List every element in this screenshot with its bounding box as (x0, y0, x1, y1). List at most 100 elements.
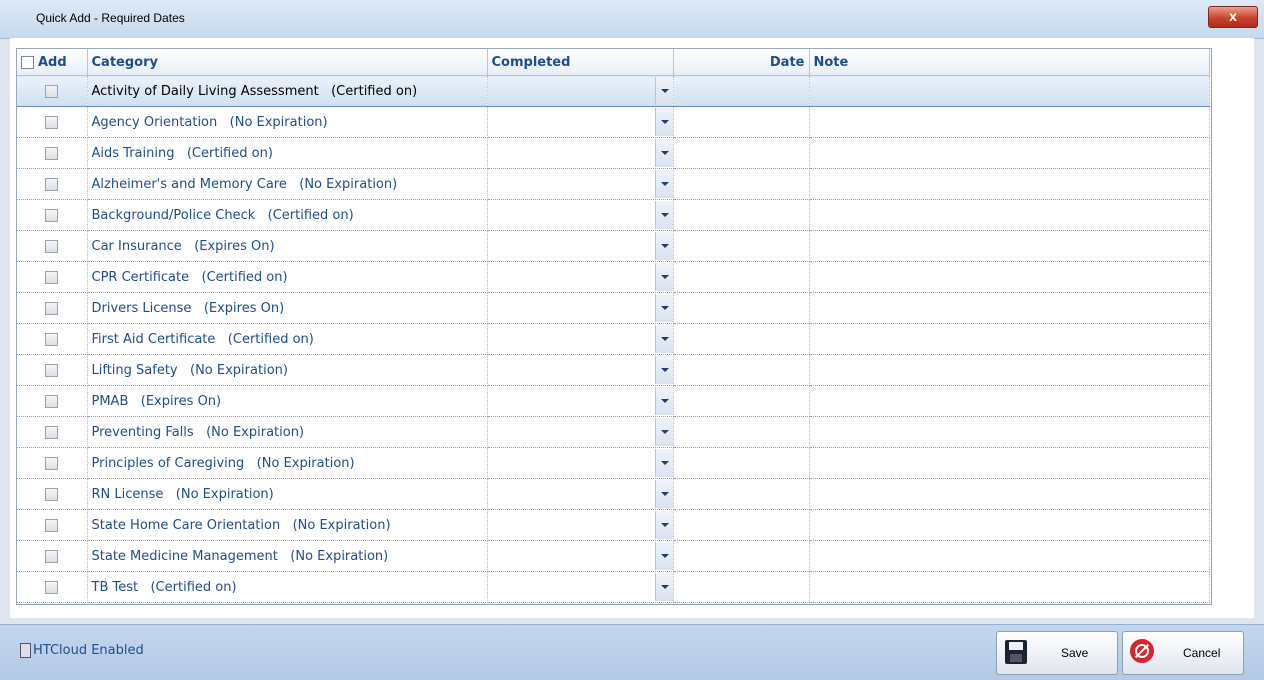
table-row[interactable]: State Medicine Management (No Expiration… (17, 540, 1210, 572)
add-cell[interactable] (17, 354, 88, 386)
note-cell[interactable] (809, 230, 1210, 262)
date-cell[interactable] (673, 261, 810, 293)
date-cell[interactable] (673, 168, 810, 200)
add-cell[interactable] (17, 385, 88, 417)
date-cell[interactable] (673, 540, 810, 572)
date-cell[interactable] (673, 323, 810, 355)
add-cell[interactable] (17, 478, 88, 510)
note-cell[interactable] (809, 416, 1210, 448)
column-header-add[interactable]: Add (17, 49, 88, 76)
completed-dropdown-arrow-icon[interactable] (654, 449, 672, 477)
add-cell[interactable] (17, 106, 88, 138)
date-cell[interactable] (673, 385, 810, 417)
add-checkbox[interactable] (45, 456, 59, 470)
add-checkbox[interactable] (45, 549, 59, 563)
table-row[interactable]: Preventing Falls (No Expiration) (17, 416, 1210, 448)
completed-cell[interactable] (487, 292, 674, 324)
completed-dropdown-arrow-icon[interactable] (654, 139, 672, 167)
completed-cell[interactable] (487, 106, 674, 138)
note-cell[interactable] (809, 354, 1210, 386)
add-cell[interactable] (17, 416, 88, 448)
completed-dropdown-arrow-icon[interactable] (654, 573, 672, 601)
table-row[interactable]: State Home Care Orientation (No Expirati… (17, 509, 1210, 541)
note-cell[interactable] (809, 137, 1210, 169)
table-row[interactable]: TB Test (Certified on) (17, 571, 1210, 603)
table-row[interactable]: RN License (No Expiration) (17, 478, 1210, 510)
date-cell[interactable] (673, 106, 810, 138)
add-cell[interactable] (17, 261, 88, 293)
table-row[interactable]: Principles of Caregiving (No Expiration) (17, 447, 1210, 479)
add-cell[interactable] (17, 571, 88, 603)
table-row[interactable]: Alzheimer's and Memory Care (No Expirati… (17, 168, 1210, 200)
note-cell[interactable] (809, 478, 1210, 510)
table-row[interactable]: PMAB (Expires On) (17, 385, 1210, 417)
completed-dropdown-arrow-icon[interactable] (654, 294, 672, 322)
completed-dropdown-arrow-icon[interactable] (654, 356, 672, 384)
completed-dropdown-arrow-icon[interactable] (654, 108, 672, 136)
completed-cell[interactable] (487, 447, 674, 479)
table-row[interactable]: First Aid Certificate (Certified on) (17, 323, 1210, 355)
date-cell[interactable] (673, 292, 810, 324)
table-row[interactable]: Aids Training (Certified on) (17, 137, 1210, 169)
column-header-note[interactable]: Note (809, 49, 1210, 76)
table-row[interactable]: Activity of Daily Living Assessment (Cer… (17, 75, 1210, 107)
completed-cell[interactable] (487, 137, 674, 169)
completed-cell[interactable] (487, 75, 674, 107)
add-cell[interactable] (17, 199, 88, 231)
add-checkbox[interactable] (45, 332, 59, 346)
add-cell[interactable] (17, 292, 88, 324)
date-cell[interactable] (673, 199, 810, 231)
completed-cell[interactable] (487, 478, 674, 510)
completed-dropdown-arrow-icon[interactable] (654, 387, 672, 415)
table-row[interactable]: Background/Police Check (Certified on) (17, 199, 1210, 231)
date-cell[interactable] (673, 571, 810, 603)
note-cell[interactable] (809, 168, 1210, 200)
add-checkbox[interactable] (45, 301, 59, 315)
column-header-date[interactable]: Date (673, 49, 810, 76)
add-checkbox[interactable] (45, 518, 59, 532)
add-checkbox[interactable] (45, 270, 59, 284)
add-checkbox[interactable] (45, 394, 59, 408)
add-cell[interactable] (17, 323, 88, 355)
note-cell[interactable] (809, 199, 1210, 231)
completed-cell[interactable] (487, 261, 674, 293)
completed-cell[interactable] (487, 323, 674, 355)
add-checkbox[interactable] (45, 146, 59, 160)
completed-cell[interactable] (487, 354, 674, 386)
note-cell[interactable] (809, 447, 1210, 479)
table-row[interactable]: Lifting Safety (No Expiration) (17, 354, 1210, 386)
completed-cell[interactable] (487, 385, 674, 417)
table-row[interactable]: Drivers License (Expires On) (17, 292, 1210, 324)
add-checkbox[interactable] (45, 177, 59, 191)
add-checkbox[interactable] (45, 84, 59, 98)
add-cell[interactable] (17, 447, 88, 479)
close-button[interactable]: x (1208, 6, 1258, 28)
note-cell[interactable] (809, 509, 1210, 541)
add-cell[interactable] (17, 540, 88, 572)
select-all-checkbox[interactable] (21, 55, 34, 69)
completed-cell[interactable] (487, 571, 674, 603)
completed-dropdown-arrow-icon[interactable] (654, 201, 672, 229)
date-cell[interactable] (673, 75, 810, 107)
completed-dropdown-arrow-icon[interactable] (654, 263, 672, 291)
date-cell[interactable] (673, 416, 810, 448)
completed-dropdown-arrow-icon[interactable] (654, 511, 672, 539)
table-row[interactable]: Agency Orientation (No Expiration) (17, 106, 1210, 138)
table-row[interactable]: Car Insurance (Expires On) (17, 230, 1210, 262)
column-header-category[interactable]: Category (87, 49, 488, 76)
add-cell[interactable] (17, 230, 88, 262)
note-cell[interactable] (809, 385, 1210, 417)
add-checkbox[interactable] (45, 363, 59, 377)
date-cell[interactable] (673, 478, 810, 510)
completed-cell[interactable] (487, 230, 674, 262)
completed-dropdown-arrow-icon[interactable] (654, 232, 672, 260)
note-cell[interactable] (809, 323, 1210, 355)
add-checkbox[interactable] (45, 580, 59, 594)
date-cell[interactable] (673, 137, 810, 169)
add-checkbox[interactable] (45, 239, 59, 253)
completed-dropdown-arrow-icon[interactable] (654, 418, 672, 446)
completed-dropdown-arrow-icon[interactable] (654, 77, 672, 105)
add-cell[interactable] (17, 75, 88, 107)
note-cell[interactable] (809, 540, 1210, 572)
add-checkbox[interactable] (45, 425, 59, 439)
